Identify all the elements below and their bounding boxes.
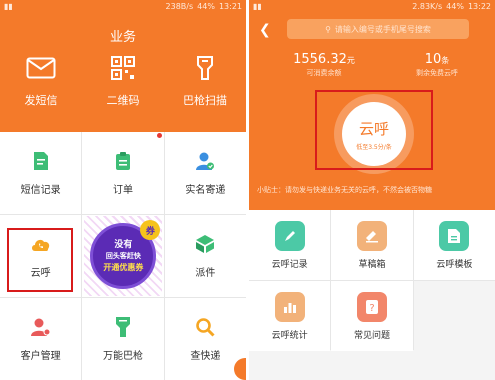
quick-actions: 发短信 二维码 巴枪扫描 <box>0 54 246 108</box>
free-calls-stat: 10条 剩余免费云呼 <box>399 52 475 78</box>
send-sms-button[interactable]: 发短信 <box>0 54 82 108</box>
customer-management-label: 客户管理 <box>20 351 61 362</box>
free-calls-unit: 条 <box>441 56 450 65</box>
call-record-item[interactable]: 云呼记录 <box>249 210 331 280</box>
template-item[interactable]: 云呼模板 <box>413 210 495 280</box>
scanner-label: 巴枪扫描 <box>183 94 227 107</box>
screenshot: ▮▮ 238B/s 44% 13:21 业务 发短信 二维码 巴枪扫描 短信记录… <box>0 0 495 380</box>
dispatch-label: 派件 <box>195 268 216 279</box>
empty-cell <box>413 281 495 351</box>
stats-icon <box>274 291 305 322</box>
balance-stat: 1556.32元 可消费余额 <box>279 52 369 78</box>
template-label: 云呼模板 <box>436 259 473 270</box>
clock: 13:22 <box>467 2 491 11</box>
stats-label: 云呼统计 <box>271 330 308 341</box>
business-screen: ▮▮ 238B/s 44% 13:21 业务 发短信 二维码 巴枪扫描 短信记录… <box>0 0 246 380</box>
verified-send-label: 实名寄递 <box>185 185 226 196</box>
cloud-call-circle: 云呼 低至3.5分/条 <box>342 102 406 166</box>
template-icon <box>439 220 470 251</box>
faq-icon: ? <box>356 291 387 322</box>
signal-icon: ▮▮ <box>4 2 13 11</box>
call-record-label: 云呼记录 <box>271 259 308 270</box>
dispatch-box-icon <box>194 233 216 255</box>
send-sms-label: 发短信 <box>24 94 58 107</box>
call-record-icon <box>274 220 305 251</box>
search-express-label: 查快递 <box>190 351 221 362</box>
battery-level: 44% <box>197 2 215 11</box>
cloud-call-menu: 云呼记录 草稿箱 云呼模板 云呼统计 ? 常见问题 <box>249 210 495 351</box>
search-input[interactable]: ⚲ 请输入编号或手机尾号搜索 <box>287 19 469 39</box>
stats-item[interactable]: 云呼统计 <box>249 281 331 351</box>
faq-item[interactable]: ? 常见问题 <box>331 281 413 351</box>
qr-code-button[interactable]: 二维码 <box>82 54 164 108</box>
status-bar: ▮▮ 2.83K/s 44% 13:22 <box>249 0 495 14</box>
balance-label: 可消费余额 <box>306 69 342 77</box>
clock: 13:21 <box>218 2 242 11</box>
network-speed: 2.83K/s <box>412 2 443 11</box>
sms-record-icon <box>30 150 52 172</box>
draft-item[interactable]: 草稿箱 <box>331 210 413 280</box>
battery-level: 44% <box>446 2 464 11</box>
promo-background: 没有 回头客赶快 开通优惠券 券 <box>84 216 163 296</box>
tip-text: 小贴士：请勿发与快递业务无关的云呼，不然会被否物糖 <box>257 186 432 194</box>
cloud-call-item[interactable]: 云呼 <box>0 215 82 297</box>
order-label: 订单 <box>112 185 133 196</box>
cloud-call-start-button[interactable]: 云呼 低至3.5分/条 <box>334 94 414 174</box>
cloud-call-icon <box>30 233 52 255</box>
cloud-call-screen: ▮▮ 2.83K/s 44% 13:22 ❮ ⚲ 请输入编号或手机尾号搜索 15… <box>249 0 495 380</box>
search-express-icon <box>194 316 216 338</box>
back-arrow-icon[interactable]: ❮ <box>259 22 271 38</box>
floating-action-button[interactable] <box>234 358 246 380</box>
promo-line-1: 没有 <box>114 239 133 250</box>
dispatch-item[interactable]: 派件 <box>164 215 246 297</box>
promo-line-3: 开通优惠券 <box>103 262 144 272</box>
draft-label: 草稿箱 <box>358 259 386 270</box>
svg-text:?: ? <box>369 303 374 314</box>
verified-send-item[interactable]: 实名寄递 <box>164 132 246 214</box>
feature-grid: 短信记录 订单 实名寄递 云呼 没有 回头客赶快 开通优惠券 券 派件 客户管理… <box>0 132 246 380</box>
search-icon: ⚲ <box>325 24 331 34</box>
cloud-call-label: 云呼 <box>30 268 51 279</box>
coupon-badge: 券 <box>140 220 161 240</box>
cloud-call-price: 低至3.5分/条 <box>356 143 392 151</box>
envelope-icon <box>25 54 57 82</box>
network-speed: 238B/s <box>165 2 194 11</box>
order-icon <box>112 133 162 172</box>
coupon-promo-banner[interactable]: 没有 回头客赶快 开通优惠券 券 <box>82 215 164 297</box>
free-calls-label: 剩余免费云呼 <box>416 69 458 77</box>
customer-management-item[interactable]: 客户管理 <box>0 298 82 380</box>
notification-dot <box>156 133 162 138</box>
verified-user-icon <box>194 150 216 172</box>
balance-value: 1556.32 <box>293 52 347 67</box>
promo-line-2: 回头客赶快 <box>105 251 141 260</box>
search-placeholder: 请输入编号或手机尾号搜索 <box>334 24 431 34</box>
qr-code-icon <box>107 54 139 82</box>
status-bar: ▮▮ 238B/s 44% 13:21 <box>0 0 246 14</box>
signal-icon: ▮▮ <box>253 2 262 11</box>
sms-record-item[interactable]: 短信记录 <box>0 132 82 214</box>
faq-label: 常见问题 <box>353 330 390 341</box>
cloud-call-title: 云呼 <box>358 119 389 138</box>
scanner-icon <box>189 54 221 82</box>
balance-unit: 元 <box>346 56 355 65</box>
page-title: 业务 <box>109 30 136 45</box>
free-calls-value: 10 <box>424 52 442 67</box>
qr-code-label: 二维码 <box>106 94 140 107</box>
business-header: 业务 发短信 二维码 巴枪扫描 <box>0 14 246 132</box>
order-item[interactable]: 订单 <box>82 132 164 214</box>
scanner-button[interactable]: 巴枪扫描 <box>164 54 246 108</box>
customer-icon <box>30 316 52 338</box>
universal-scanner-icon <box>112 316 134 338</box>
search-express-item[interactable]: 查快递 <box>164 298 246 380</box>
cloud-call-header: ❮ ⚲ 请输入编号或手机尾号搜索 1556.32元 可消费余额 10条 剩余免费… <box>249 14 495 210</box>
draft-icon <box>356 220 387 251</box>
sms-record-label: 短信记录 <box>20 185 61 196</box>
universal-scanner-item[interactable]: 万能巴枪 <box>82 298 164 380</box>
universal-scanner-label: 万能巴枪 <box>102 351 143 362</box>
